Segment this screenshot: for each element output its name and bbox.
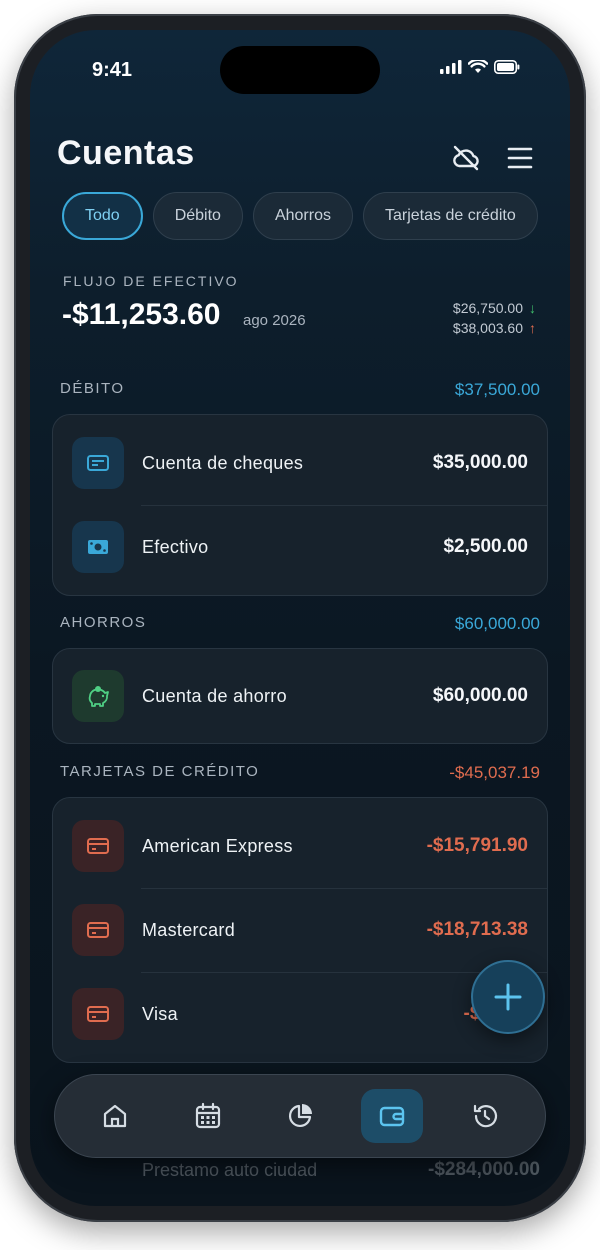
credit-card-group: American Express -$15,791.90 Mastercard … [52, 797, 548, 1063]
section-header-savings: AHORROS $60,000.00 [60, 614, 540, 634]
account-row[interactable]: Efectivo $2,500.00 [53, 505, 547, 589]
account-row[interactable]: Cuenta de cheques $35,000.00 [53, 421, 547, 505]
cloud-off-icon[interactable] [450, 142, 482, 174]
account-value: -$18,713.38 [426, 919, 528, 940]
account-name: Prestamo auto ciudad [142, 1159, 318, 1180]
nav-history[interactable] [454, 1089, 516, 1143]
calendar-icon [195, 1102, 220, 1129]
checks-icon [72, 437, 124, 489]
arrow-down-icon: ↓ [529, 300, 536, 316]
section-header-debit: DÉBITO $37,500.00 [60, 380, 540, 400]
section-total: $37,500.00 [454, 380, 540, 399]
nav-home[interactable] [84, 1089, 146, 1143]
filter-tabs: Todo Débito Ahorros Tarjetas de crédito [62, 192, 538, 240]
section-total: $60,000.00 [454, 614, 540, 633]
credit-card-icon [72, 988, 124, 1040]
account-value: $60,000.00 [432, 685, 528, 706]
account-row[interactable]: American Express -$15,791.90 [53, 804, 547, 888]
history-icon [473, 1104, 497, 1128]
battery-icon [494, 60, 520, 74]
nav-wallet[interactable] [361, 1089, 424, 1143]
wallet-icon [380, 1106, 405, 1127]
tab-tarjetas-de-credito[interactable]: Tarjetas de crédito [362, 192, 538, 240]
account-value: -$15,791.90 [426, 835, 528, 856]
tab-debito[interactable]: Débito [152, 192, 243, 240]
account-name: American Express [142, 835, 293, 856]
tab-todo[interactable]: Todo [62, 192, 143, 240]
cash-flow-amount: -$11,253.60 [62, 298, 221, 331]
account-name: Cuenta de ahorro [142, 685, 287, 706]
status-time: 9:41 [92, 59, 133, 81]
screen: 9:41 Cuentas Todo Débito Ahorros Tarjeta… [30, 30, 570, 1206]
account-row[interactable]: Cuenta de ahorro $60,000.00 [53, 654, 547, 738]
row-divider [141, 505, 547, 506]
piggy-bank-icon [72, 670, 124, 722]
cash-icon [72, 521, 124, 573]
cash-flow-period: ago 2026 [243, 312, 306, 329]
section-header-credit: TARJETAS DE CRÉDITO -$45,037.19 [60, 763, 540, 783]
tab-ahorros[interactable]: Ahorros [252, 192, 353, 240]
account-name: Cuenta de cheques [142, 452, 304, 473]
section-name: DÉBITO [60, 380, 125, 397]
debit-card-group: Cuenta de cheques $35,000.00 Efectivo $2… [52, 414, 548, 596]
section-name: AHORROS [60, 614, 147, 631]
cash-flow-expenses: $38,003.60 [452, 320, 523, 336]
plus-icon [494, 983, 522, 1011]
menu-icon[interactable] [504, 142, 536, 174]
bottom-nav [54, 1074, 546, 1158]
section-name: TARJETAS DE CRÉDITO [60, 763, 260, 780]
account-name: Visa [142, 1003, 178, 1024]
dynamic-island [220, 46, 380, 94]
status-icons [440, 60, 520, 74]
account-row[interactable]: Mastercard -$18,713.38 [53, 888, 547, 972]
add-account-button[interactable] [471, 960, 545, 1034]
cash-flow-label: FLUJO DE EFECTIVO [63, 273, 239, 289]
nav-reports[interactable] [269, 1089, 331, 1143]
account-name: Mastercard [142, 919, 236, 940]
account-name: Efectivo [142, 536, 209, 557]
credit-card-icon [72, 820, 124, 872]
arrow-up-icon: ↑ [529, 320, 536, 336]
signal-icon [440, 60, 462, 74]
section-total: -$45,037.19 [449, 763, 540, 782]
row-divider [141, 888, 547, 889]
wifi-icon [468, 60, 488, 73]
account-value: -$284,000.00 [428, 1159, 540, 1180]
cash-flow-breakdown: $26,750.00 ↓ $38,003.60 ↑ [453, 298, 536, 338]
home-icon [104, 1104, 127, 1128]
page-title: Cuentas [57, 134, 195, 172]
account-value: $2,500.00 [443, 536, 528, 557]
cash-flow-income: $26,750.00 [452, 300, 523, 316]
credit-card-icon [72, 904, 124, 956]
account-value: $35,000.00 [432, 452, 528, 473]
pie-chart-icon [288, 1104, 312, 1128]
nav-calendar[interactable] [177, 1089, 239, 1143]
savings-card-group: Cuenta de ahorro $60,000.00 [52, 648, 548, 744]
